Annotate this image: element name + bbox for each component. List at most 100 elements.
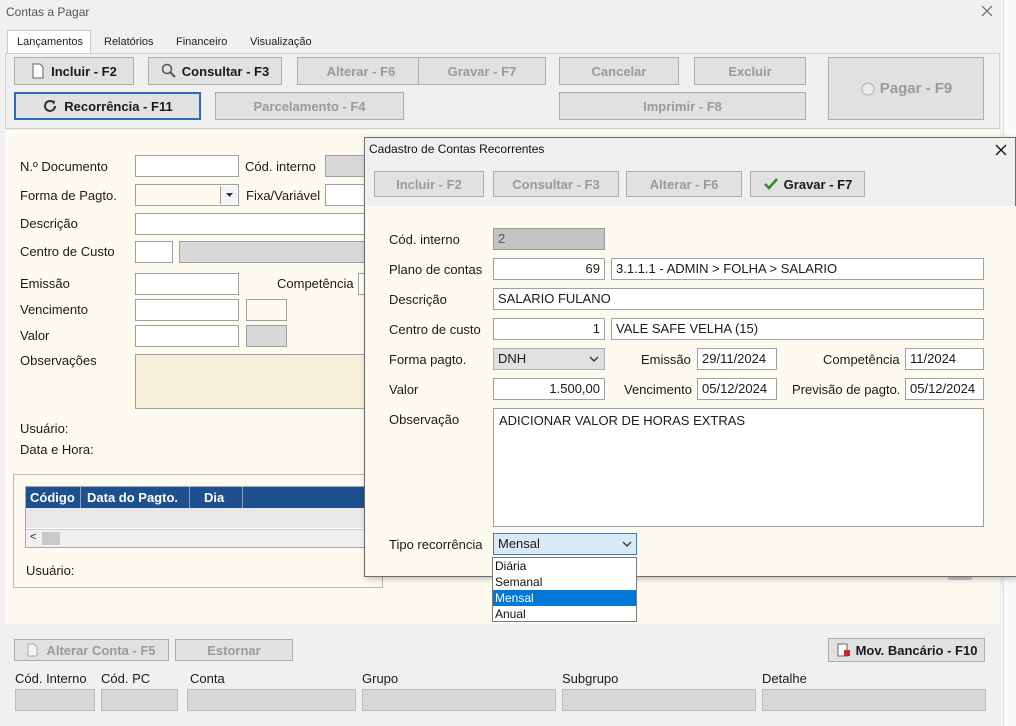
dialog-consultar-button[interactable]: Consultar - F3	[493, 171, 619, 197]
bottom-detalhe-field	[762, 689, 986, 711]
scroll-left-arrow[interactable]: <	[30, 531, 36, 543]
dlg-emissao-input[interactable]: 29/11/2024	[697, 348, 777, 370]
grid-col-data[interactable]: Data do Pagto.	[87, 490, 178, 505]
dialog-incluir-button[interactable]: Incluir - F2	[374, 171, 484, 197]
grid-scrollbar[interactable]: <	[26, 529, 369, 547]
fixa-label: Fixa/Variável	[246, 188, 321, 203]
recorrentes-dialog: Cadastro de Contas Recorrentes Incluir -…	[364, 137, 1016, 577]
valor-input[interactable]	[135, 325, 239, 347]
dlg-valor-label: Valor	[389, 382, 419, 397]
alterar-conta-label: Alterar Conta - F5	[46, 642, 156, 658]
dlg-competencia-input[interactable]: 11/2024	[905, 348, 984, 370]
dlg-centro-code-input[interactable]: 1	[493, 318, 605, 340]
vencimento-input[interactable]	[135, 299, 239, 321]
pagar-button[interactable]: Pagar - F9	[828, 57, 984, 120]
centro-desc-input	[179, 241, 365, 263]
centro-code-input[interactable]	[135, 241, 173, 263]
grid-col-dia[interactable]: Dia	[204, 490, 224, 505]
dlg-previsao-input[interactable]: 05/12/2024	[905, 378, 984, 400]
table-row[interactable]	[26, 508, 369, 528]
bottom-cod-pc-label: Cód. PC	[101, 671, 151, 686]
competencia-label: Competência	[277, 276, 354, 291]
grid-usuario-label: Usuário:	[26, 563, 75, 578]
alterar-button[interactable]: Alterar - F6	[297, 57, 425, 85]
dlg-observacao-textarea[interactable]: ADICIONAR VALOR DE HORAS EXTRAS	[493, 408, 984, 527]
dlg-valor-input[interactable]: 1.500,00	[493, 378, 605, 400]
recorrencia-button[interactable]: Recorrência - F11	[14, 92, 201, 120]
pagar-label: Pagar - F9	[879, 80, 953, 97]
chevron-down-icon[interactable]	[220, 186, 237, 204]
parcelamento-button[interactable]: Parcelamento - F4	[215, 92, 404, 120]
observacoes-textarea[interactable]	[135, 354, 365, 409]
imprimir-button[interactable]: Imprimir - F8	[559, 92, 806, 120]
bottom-detalhe-label: Detalhe	[762, 671, 807, 686]
dlg-competencia-label: Competência	[823, 352, 900, 367]
cod-interno-label: Cód. interno	[245, 159, 316, 174]
tab-lancamentos[interactable]: Lançamentos	[7, 30, 91, 54]
chevron-down-icon[interactable]	[587, 352, 601, 366]
estornar-button[interactable]: Estornar	[175, 639, 293, 661]
dlg-previsao-label: Previsão de pagto.	[792, 382, 901, 397]
gravar-button[interactable]: Gravar - F7	[418, 57, 546, 85]
check-icon	[763, 178, 778, 190]
dlg-plano-desc-input[interactable]: 3.1.1.1 - ADMIN > FOLHA > SALARIO	[611, 258, 984, 280]
descricao-input[interactable]	[135, 213, 365, 235]
tipo-option-mensal[interactable]: Mensal	[493, 590, 636, 606]
bottom-subgrupo-field	[562, 689, 756, 711]
fixa-input[interactable]	[325, 184, 365, 206]
incluir-label: Incluir - F2	[51, 63, 117, 79]
search-icon	[161, 63, 176, 78]
tipo-option-diaria[interactable]: Diária	[493, 558, 636, 574]
dlg-tipo-value: Mensal	[498, 536, 540, 551]
grid-col-codigo[interactable]: Código	[30, 490, 75, 505]
dlg-plano-code-input[interactable]: 69	[493, 258, 605, 280]
recorrencia-label: Recorrência - F11	[64, 98, 173, 114]
centro-label: Centro de Custo	[20, 244, 115, 259]
bottom-grupo-label: Grupo	[362, 671, 399, 686]
emissao-label: Emissão	[20, 276, 70, 291]
chevron-down-icon[interactable]	[620, 537, 634, 551]
bottom-subgrupo-label: Subgrupo	[562, 671, 619, 686]
tab-financeiro[interactable]: Financeiro	[176, 36, 227, 48]
alterar-conta-button[interactable]: Alterar Conta - F5	[14, 639, 169, 661]
usuario-label: Usuário:	[20, 421, 69, 436]
dialog-gravar-label: Gravar - F7	[783, 176, 853, 192]
cancelar-button[interactable]: Cancelar	[559, 57, 679, 85]
tab-relatorios[interactable]: Relatórios	[104, 36, 154, 48]
documento-input[interactable]	[135, 155, 239, 177]
incluir-button[interactable]: Incluir - F2	[14, 57, 134, 85]
window-title: Contas a Pagar	[6, 5, 90, 19]
bottom-cod-interno-field	[15, 689, 95, 711]
tab-visualizacao[interactable]: Visualização	[250, 36, 312, 48]
consultar-button[interactable]: Consultar - F3	[148, 57, 282, 85]
datahora-label: Data e Hora:	[20, 442, 94, 457]
dlg-tipo-select[interactable]: Mensal	[493, 533, 637, 555]
dialog-alterar-button[interactable]: Alterar - F6	[626, 171, 742, 197]
close-icon[interactable]	[991, 140, 1011, 160]
mov-bancario-button[interactable]: Mov. Bancário - F10	[828, 638, 985, 662]
emissao-input[interactable]	[135, 273, 239, 295]
grid-header	[26, 487, 369, 508]
coin-icon	[861, 82, 875, 95]
dlg-descricao-input[interactable]: SALARIO FULANO	[493, 288, 984, 310]
close-icon[interactable]	[978, 2, 996, 20]
bottom-conta-field	[187, 689, 356, 711]
grid: Código Data do Pagto. Dia <	[25, 486, 370, 548]
dlg-centro-desc-input[interactable]: VALE SAFE VELHA (15)	[611, 318, 984, 340]
dlg-vencimento-input[interactable]: 05/12/2024	[697, 378, 777, 400]
dlg-forma-label: Forma pagto.	[389, 352, 467, 367]
vencimento-aux	[246, 299, 287, 321]
document-icon	[27, 643, 38, 657]
documento-label: N.º Documento	[20, 159, 108, 174]
observacoes-label: Observações	[20, 353, 97, 368]
bank-doc-icon	[837, 643, 850, 657]
tipo-option-semanal[interactable]: Semanal	[493, 574, 636, 590]
bottom-grupo-field	[362, 689, 556, 711]
dlg-observacao-label: Observação	[389, 412, 460, 427]
tipo-option-anual[interactable]: Anual	[493, 606, 636, 622]
dialog-gravar-button[interactable]: Gravar - F7	[750, 171, 865, 197]
scroll-thumb[interactable]	[42, 532, 60, 545]
dlg-forma-value: DNH	[498, 351, 527, 366]
excluir-button[interactable]: Excluir	[694, 57, 806, 85]
dlg-descricao-label: Descrição	[389, 292, 447, 307]
